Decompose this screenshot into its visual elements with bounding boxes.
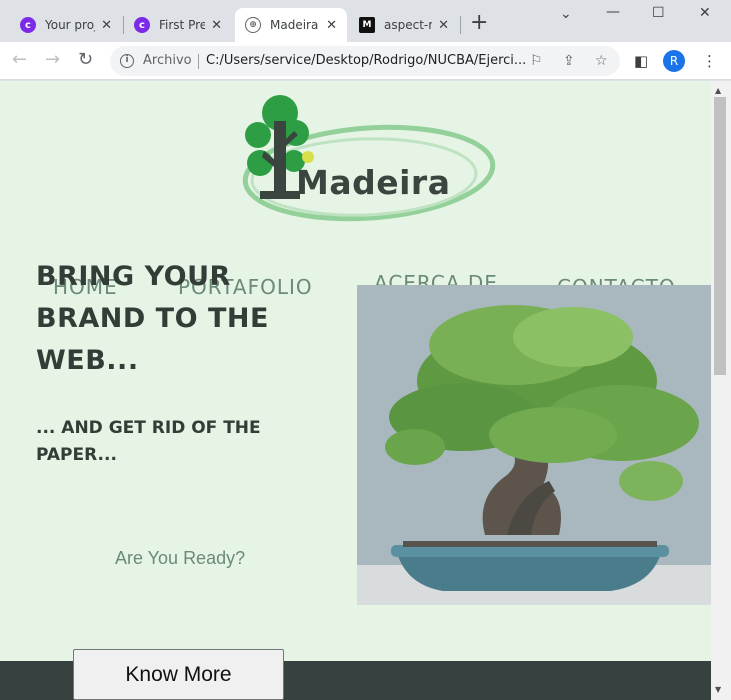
tab-title: Your proj [45,18,96,32]
close-tab-icon[interactable]: ✕ [438,18,449,33]
canva-c-icon: c [20,17,36,33]
bookmark-star-icon[interactable]: ☆ [595,53,608,69]
tab-title: aspect-ra [384,18,433,32]
scroll-down-arrow-icon[interactable]: ▼ [715,685,721,694]
close-tab-icon[interactable]: ✕ [326,18,337,33]
url-text[interactable]: C:/Users/service/Desktop/Rodrigo/NUCBA/E… [206,53,526,68]
logo-wordmark: Madeira [296,163,451,202]
tab-title: First Pres [159,18,206,32]
scrollbar-thumb[interactable] [714,97,726,375]
bonsai-photo [357,285,711,605]
minimize-button[interactable]: — [606,4,620,20]
address-bar[interactable]: i Archivo C:/Users/service/Desktop/Rodri… [110,46,620,76]
tab-first-presentation[interactable]: c First Pres ✕ [124,8,232,42]
forward-button[interactable]: → [45,51,60,69]
page-scrollbar[interactable]: ▲ ▼ [711,81,731,700]
browser-toolbar: ← → ↻ i Archivo C:/Users/service/Desktop… [0,42,731,80]
canva-c-icon: c [134,17,150,33]
hero-subtitle: ... AND GET RID OF THE PAPER... [36,418,261,465]
reload-button[interactable]: ↻ [78,51,93,69]
tab-search-icon[interactable]: ⌄ [560,6,572,22]
tab-aspect-ratio[interactable]: M aspect-ra ✕ [349,8,459,42]
page-viewport: Madeira HOME PORTAFOLIO ACERCA DE CONTAC… [0,81,711,700]
side-panel-icon[interactable]: ◧ [634,52,648,70]
tab-madeira[interactable]: ⊕ Madeira ✕ [235,8,347,42]
tab-strip: c Your proj ✕ c First Pres ✕ ⊕ Madeira ✕… [0,0,731,42]
m-icon: M [359,17,375,33]
site-scheme-label: Archivo [143,53,192,68]
close-window-button[interactable]: ✕ [699,5,711,21]
close-tab-icon[interactable]: ✕ [211,18,222,33]
new-tab-button[interactable]: + [470,12,488,34]
maximize-button[interactable]: ☐ [652,5,665,21]
tab-title: Madeira [270,18,319,32]
hero-title: BRING YOUR BRAND TO THE WEB... [36,261,269,376]
translate-icon[interactable]: ⚐ [530,53,543,69]
share-icon[interactable]: ⇪ [563,53,575,69]
address-divider [198,54,199,69]
scroll-up-arrow-icon[interactable]: ▲ [715,86,721,95]
back-button[interactable]: ← [12,51,27,69]
tab-your-project[interactable]: c Your proj ✕ [10,8,122,42]
cta-prompt: Are You Ready? [115,548,246,568]
know-more-button[interactable]: Know More [73,649,284,700]
tab-divider [460,16,461,34]
info-icon[interactable]: i [120,54,134,68]
globe-icon: ⊕ [245,17,261,33]
profile-avatar[interactable]: R [663,50,685,72]
close-tab-icon[interactable]: ✕ [101,18,112,33]
menu-kebab-icon[interactable]: ⋮ [702,52,717,70]
